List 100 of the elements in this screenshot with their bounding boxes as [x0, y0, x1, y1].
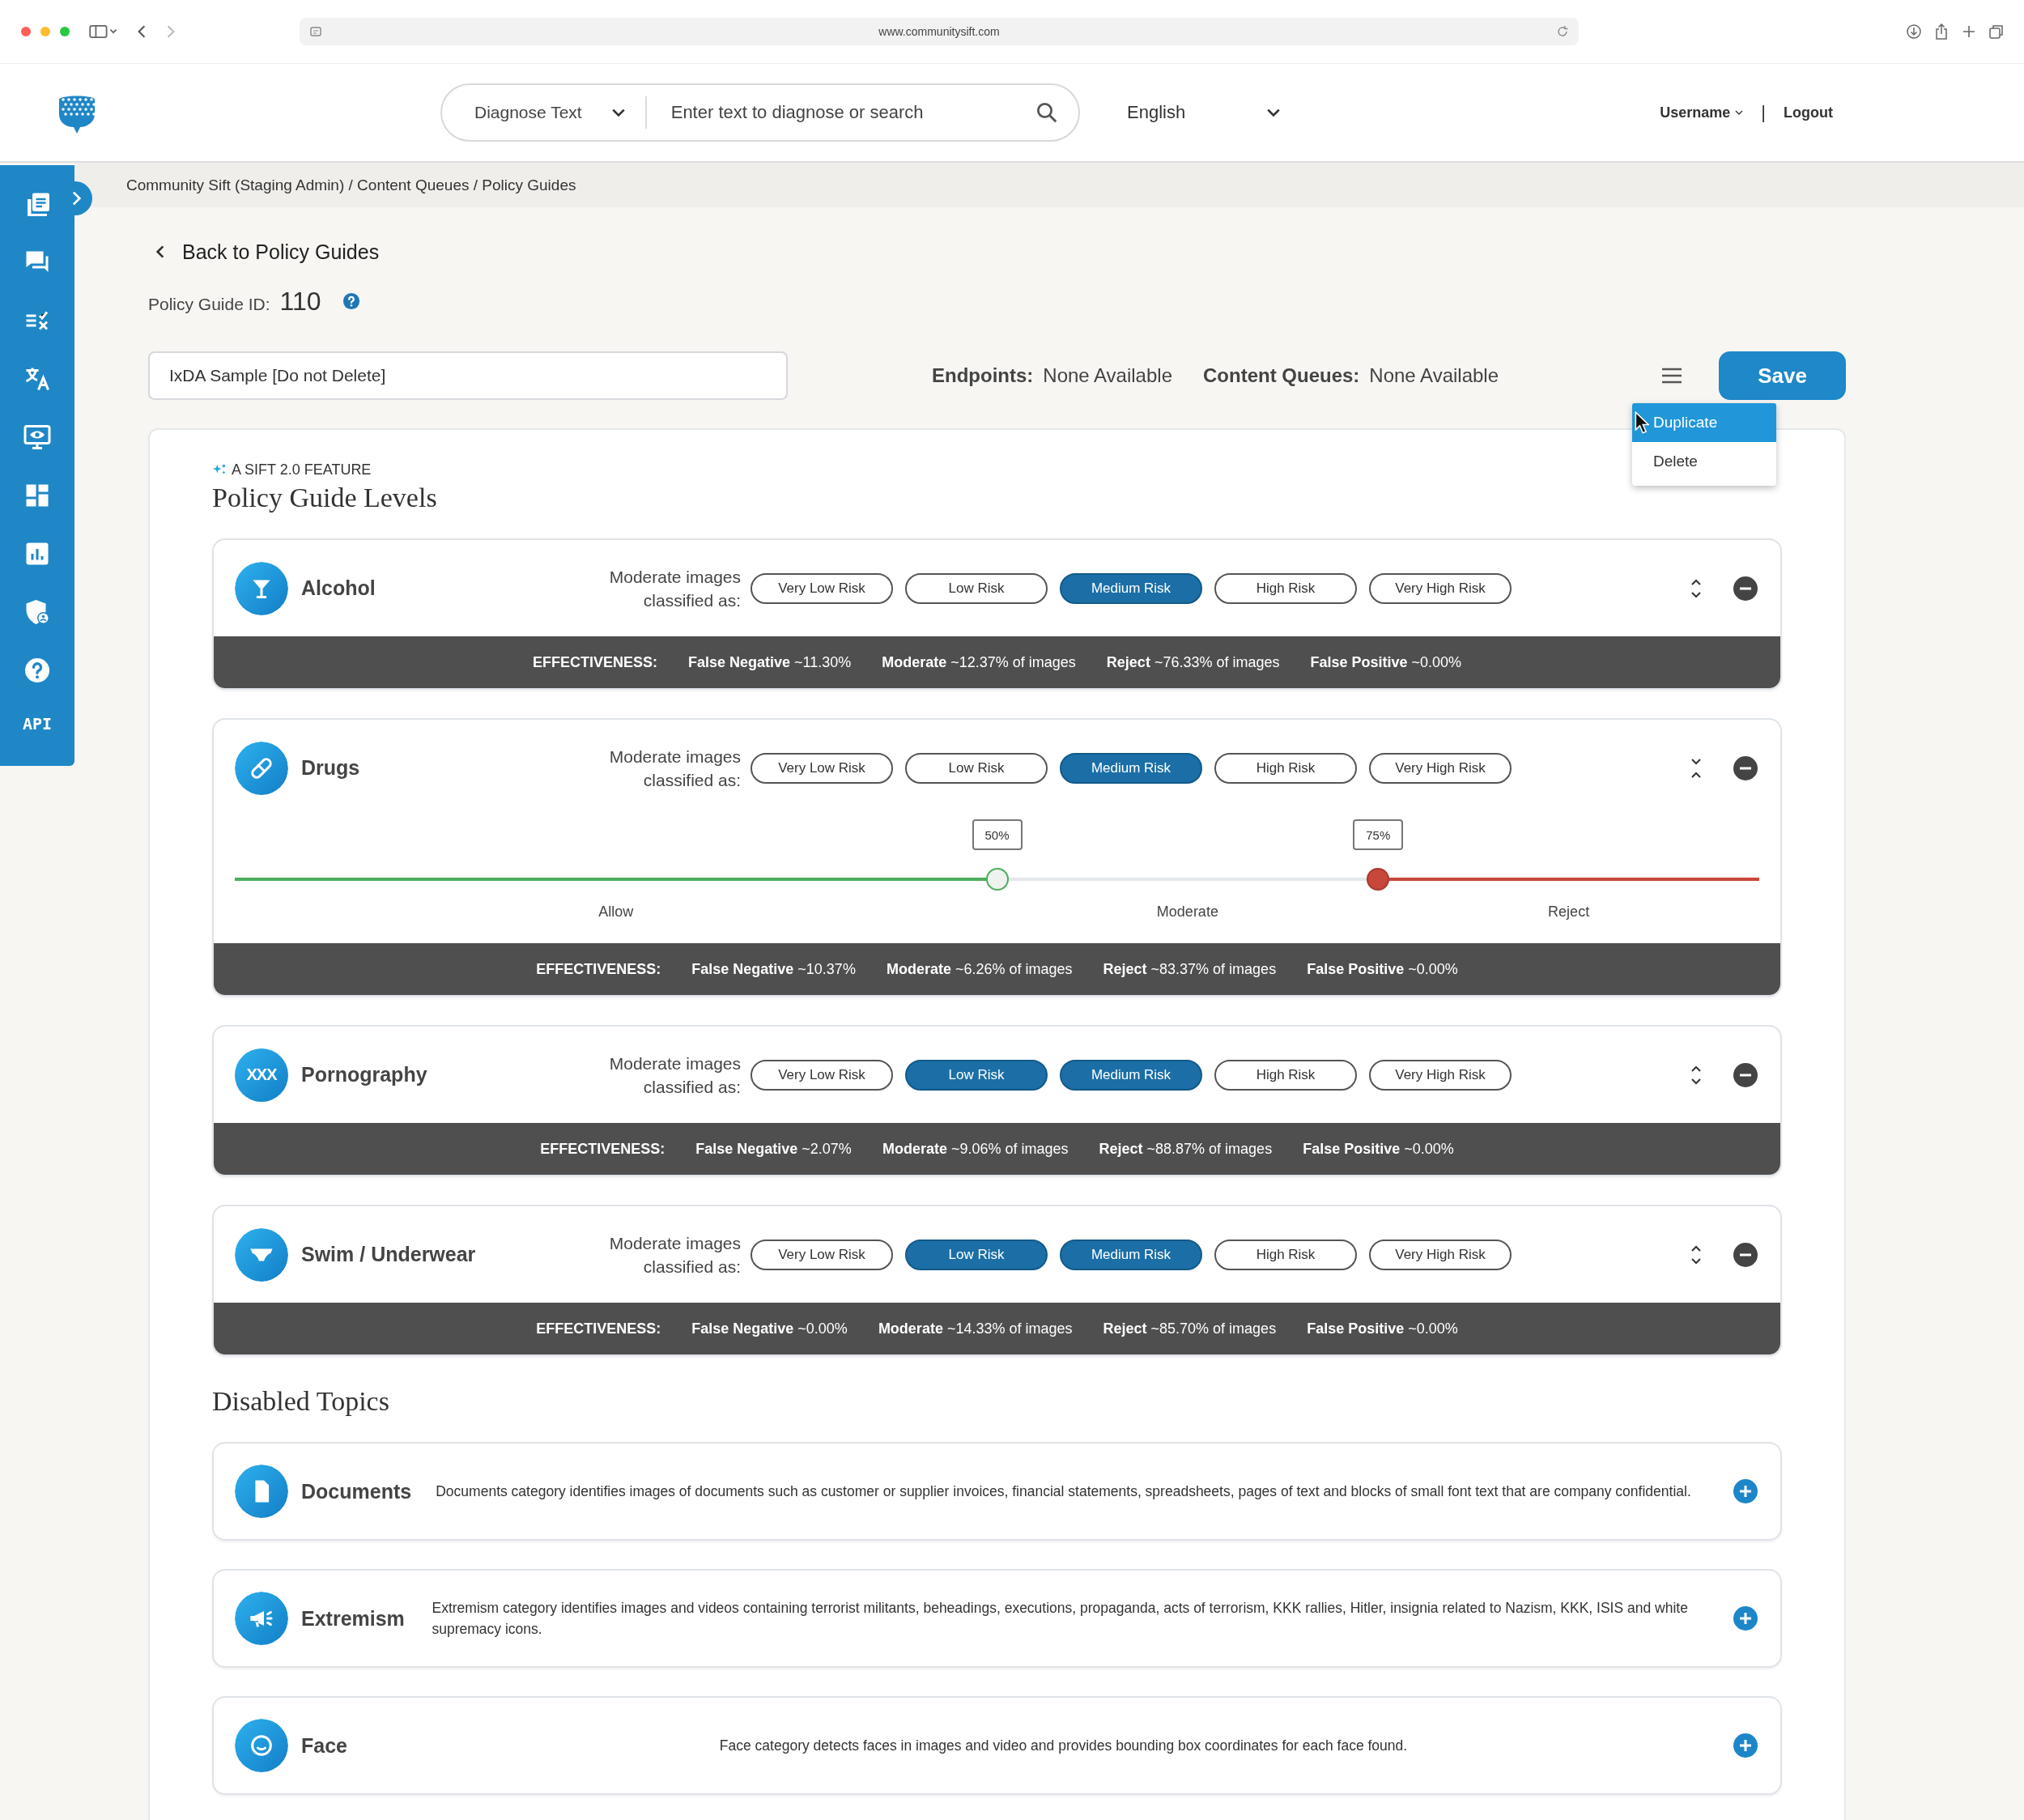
risk-toggle[interactable]: Low Risk: [905, 572, 1048, 604]
remove-icon[interactable]: [1733, 755, 1758, 780]
window-controls-icon[interactable]: [19, 25, 71, 38]
caret-icon: [610, 108, 626, 117]
add-icon[interactable]: [1733, 1479, 1758, 1503]
topic-description: Documents category identifies images of documents such as customer or supplier invoices, financial statements, spreadsheets, pages of text and blocks of small font text that are company confidential.: [436, 1482, 1691, 1501]
risk-toggle[interactable]: Low Risk: [905, 1059, 1048, 1091]
remove-icon[interactable]: [1733, 576, 1758, 601]
risk-toggle[interactable]: Very Low Risk: [750, 752, 893, 784]
effectiveness-metric: Moderate ~12.37% of images: [882, 653, 1076, 671]
back-link[interactable]: Back to Policy Guides: [155, 240, 380, 264]
monitor-eye-icon[interactable]: [23, 423, 52, 452]
caret-icon: [1735, 110, 1744, 115]
topic-name: Pornography: [301, 1063, 427, 1086]
breadcrumb: Community Sift (Staging Admin) / Content Queues / Policy Guides: [126, 176, 576, 194]
diagnose-select[interactable]: Diagnose Text: [442, 96, 647, 129]
risk-toggle[interactable]: High Risk: [1214, 1059, 1357, 1091]
download-icon[interactable]: [1906, 23, 1922, 40]
menu-item[interactable]: Delete: [1632, 442, 1776, 481]
topic-name: Swim / Underwear: [301, 1243, 476, 1266]
pill-icon: [235, 741, 288, 795]
topic-icon: XXX: [235, 1048, 288, 1102]
new-tab-icon[interactable]: [1961, 23, 1977, 40]
add-icon[interactable]: [1733, 1606, 1758, 1631]
topic-name: Extremism: [301, 1606, 405, 1631]
reload-icon[interactable]: [1556, 25, 1569, 38]
effectiveness-metric: False Negative ~2.07%: [695, 1140, 852, 1158]
risk-toggle[interactable]: Very High Risk: [1369, 1239, 1512, 1270]
back-icon[interactable]: [136, 24, 147, 39]
content-queues-value: None Available: [1369, 364, 1499, 387]
topic-name: Documents: [301, 1479, 412, 1503]
page-icon: [309, 25, 322, 38]
effectiveness-label: EFFECTIVENESS:: [540, 1140, 665, 1158]
risk-toggle[interactable]: Very Low Risk: [750, 1059, 893, 1091]
risk-toggle[interactable]: Very Low Risk: [750, 572, 893, 604]
share-icon[interactable]: [1933, 23, 1950, 40]
effectiveness-metric: False Positive ~0.00%: [1307, 1320, 1458, 1337]
risk-toggle[interactable]: Very High Risk: [1369, 752, 1512, 784]
topic-name: Face: [301, 1733, 347, 1758]
help-icon[interactable]: [342, 292, 360, 310]
zone-label: Reject: [1548, 904, 1590, 921]
effectiveness-metric: False Positive ~0.00%: [1310, 653, 1462, 671]
risk-toggle[interactable]: Low Risk: [905, 1239, 1048, 1270]
threshold-slider[interactable]: 50% 75%: [235, 816, 1759, 892]
effectiveness-metric: False Negative ~10.37%: [691, 960, 856, 978]
effectiveness-metric: False Positive ~0.00%: [1303, 1140, 1454, 1158]
threshold-tooltip: 50%: [972, 819, 1023, 850]
topic-name: Drugs: [301, 756, 360, 780]
risk-toggle[interactable]: High Risk: [1214, 752, 1357, 784]
separator: |: [1761, 102, 1766, 123]
slider-handle[interactable]: [985, 868, 1009, 891]
threshold-tooltip: 75%: [1353, 819, 1404, 850]
effectiveness-label: EFFECTIVENESS:: [536, 1320, 661, 1337]
zone-label: Moderate: [1156, 904, 1218, 921]
classify-label: Moderate images classified as:: [608, 1052, 741, 1098]
risk-toggle[interactable]: Very High Risk: [1369, 572, 1512, 604]
topic-description: Extremism category identifies images and videos containing terrorist militants, beheadings, executions, propaganda, acts of terrorism, KKK rallies, Hitler, insignia related to Nazism, KKK, ISIS and white supremacy icons.: [432, 1599, 1689, 1639]
risk-toggle[interactable]: Low Risk: [905, 752, 1048, 784]
topic-description: Face category detects faces in images and video and provides bounding box coordinates for each face found.: [719, 1737, 1408, 1755]
risk-toggle[interactable]: Very Low Risk: [750, 1239, 893, 1270]
api-link[interactable]: API: [22, 714, 53, 734]
content-queues-label: Content Queues:: [1203, 364, 1360, 387]
language-select[interactable]: English: [1122, 101, 1286, 124]
risk-toggle[interactable]: Medium Risk: [1060, 1239, 1202, 1270]
endpoints-label: Endpoints:: [932, 364, 1034, 387]
classify-label: Moderate images classified as:: [608, 1232, 741, 1278]
risk-toggle[interactable]: Medium Risk: [1060, 572, 1202, 604]
effectiveness-metric: Reject ~85.70% of images: [1103, 1320, 1277, 1337]
effectiveness-metric: False Positive ~0.00%: [1307, 960, 1458, 978]
remove-icon[interactable]: [1733, 1062, 1758, 1087]
caret-icon: [1266, 108, 1282, 117]
help-icon[interactable]: [23, 656, 52, 685]
address-bar[interactable]: www.communitysift.com: [300, 18, 1579, 45]
search-field[interactable]: Enter text to diagnose or search: [646, 101, 1035, 124]
risk-toggle[interactable]: Medium Risk: [1060, 1059, 1202, 1091]
tabs-icon[interactable]: [1988, 23, 2005, 40]
effectiveness-metric: Moderate ~6.26% of images: [886, 960, 1073, 978]
remove-icon[interactable]: [1733, 1242, 1758, 1267]
underwear-icon: [235, 1227, 288, 1282]
search-icon[interactable]: [1035, 100, 1059, 125]
classify-label: Moderate images classified as:: [608, 566, 741, 611]
risk-toggle[interactable]: Medium Risk: [1060, 752, 1202, 784]
policy-name-field[interactable]: IxDA Sample [Do not Delete]: [148, 351, 788, 400]
section-title: Policy Guide Levels: [212, 482, 438, 514]
add-icon[interactable]: [1733, 1733, 1758, 1758]
logout-link[interactable]: Logout: [1784, 104, 1833, 121]
risk-toggle[interactable]: Very High Risk: [1369, 1059, 1512, 1091]
slider-handle[interactable]: [1367, 868, 1390, 891]
effectiveness-metric: False Negative ~11.30%: [687, 653, 852, 671]
cocktail-glass-icon: [235, 561, 288, 615]
risk-toggle[interactable]: High Risk: [1214, 572, 1357, 604]
back-icon: [155, 244, 166, 260]
megaphone-icon: [235, 1592, 288, 1645]
endpoints-value: None Available: [1043, 364, 1172, 387]
username-menu[interactable]: Username: [1660, 104, 1744, 121]
sidebar-toggle-icon[interactable]: [89, 23, 118, 40]
url-text: www.communitysift.com: [878, 25, 1000, 38]
effectiveness-metric: Reject ~83.37% of images: [1103, 960, 1277, 978]
risk-toggle[interactable]: High Risk: [1214, 1239, 1357, 1270]
save-button[interactable]: Save: [1719, 351, 1846, 400]
